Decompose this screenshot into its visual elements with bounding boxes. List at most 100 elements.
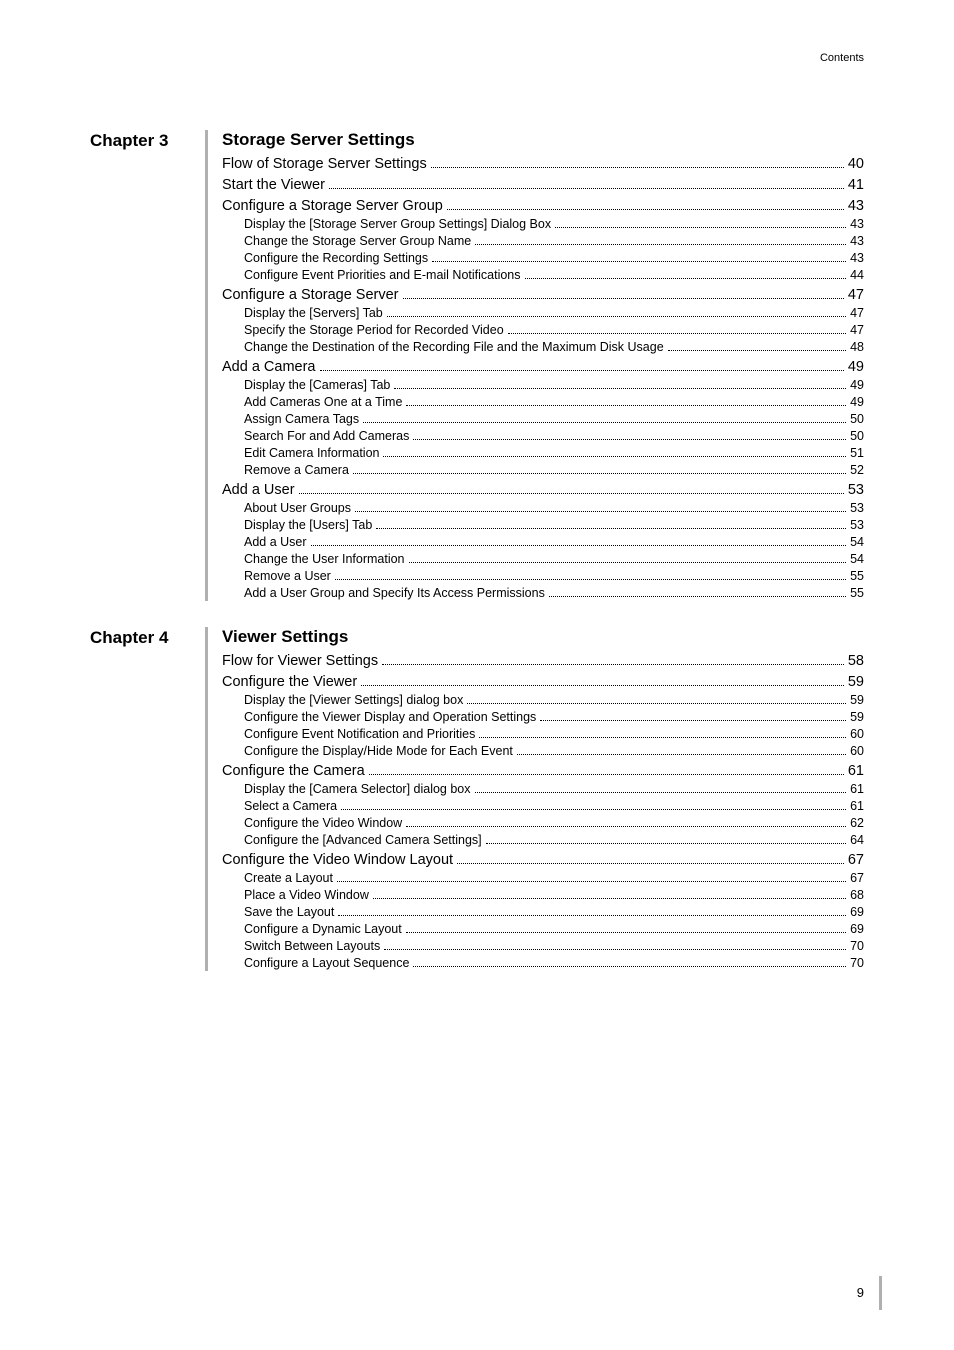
toc-page: 49 bbox=[848, 359, 864, 375]
toc-label: Specify the Storage Period for Recorded … bbox=[244, 323, 504, 337]
toc-label: Configure the Recording Settings bbox=[244, 251, 428, 265]
toc-page: 43 bbox=[850, 251, 864, 265]
toc-page: 60 bbox=[850, 744, 864, 758]
toc-label: Edit Camera Information bbox=[244, 446, 379, 460]
toc-leader bbox=[341, 802, 846, 811]
divider bbox=[205, 130, 208, 601]
toc-leader bbox=[413, 959, 846, 968]
toc-entry: Add a User 54 bbox=[222, 535, 864, 549]
toc-leader bbox=[355, 504, 846, 513]
toc-entry: Edit Camera Information 51 bbox=[222, 446, 864, 460]
toc-entry: Add Cameras One at a Time 49 bbox=[222, 395, 864, 409]
toc-leader bbox=[475, 237, 846, 246]
toc-label: Remove a Camera bbox=[244, 463, 349, 477]
toc-label: Configure a Storage Server bbox=[222, 287, 399, 303]
toc-page: 47 bbox=[848, 287, 864, 303]
toc-leader bbox=[353, 466, 846, 475]
toc-leader bbox=[361, 676, 844, 686]
toc-entry: Display the [Servers] Tab 47 bbox=[222, 306, 864, 320]
toc-entry: Search For and Add Cameras 50 bbox=[222, 429, 864, 443]
page-header: Contents bbox=[820, 52, 864, 64]
toc-entry: Assign Camera Tags 50 bbox=[222, 412, 864, 426]
toc-page: 50 bbox=[850, 429, 864, 443]
toc-label: Add a User bbox=[222, 482, 295, 498]
toc-entry: Display the [Cameras] Tab 49 bbox=[222, 378, 864, 392]
chapter-4-toc: Flow for Viewer Settings 58Configure the… bbox=[222, 653, 864, 970]
toc-entry: Place a Video Window 68 bbox=[222, 888, 864, 902]
toc-page: 59 bbox=[848, 674, 864, 690]
toc-label: Add a Camera bbox=[222, 359, 316, 375]
toc-entry: Display the [Users] Tab 53 bbox=[222, 518, 864, 532]
toc-leader bbox=[337, 874, 846, 883]
toc-leader bbox=[320, 361, 844, 371]
toc-label: Configure Event Priorities and E-mail No… bbox=[244, 268, 521, 282]
toc-label: Configure a Dynamic Layout bbox=[244, 922, 402, 936]
toc-leader bbox=[475, 785, 847, 794]
toc-page: 53 bbox=[848, 482, 864, 498]
toc-entry: Add a Camera 49 bbox=[222, 359, 864, 375]
toc-page: 40 bbox=[848, 156, 864, 172]
toc-page: 49 bbox=[850, 378, 864, 392]
toc-entry: Remove a Camera 52 bbox=[222, 463, 864, 477]
toc-entry: Add a User 53 bbox=[222, 482, 864, 498]
content-area: Chapter 3 Storage Server Settings Flow o… bbox=[90, 130, 864, 971]
toc-page: 54 bbox=[850, 535, 864, 549]
toc-leader bbox=[517, 747, 846, 756]
toc-entry: Save the Layout 69 bbox=[222, 905, 864, 919]
toc-leader bbox=[387, 309, 846, 318]
toc-label: Configure the Viewer bbox=[222, 674, 357, 690]
divider bbox=[205, 627, 208, 971]
toc-leader bbox=[376, 521, 846, 530]
toc-page: 44 bbox=[850, 268, 864, 282]
toc-entry: Display the [Viewer Settings] dialog box… bbox=[222, 693, 864, 707]
toc-entry: Add a User Group and Specify Its Access … bbox=[222, 586, 864, 600]
toc-label: Change the User Information bbox=[244, 552, 405, 566]
toc-label: Configure a Storage Server Group bbox=[222, 198, 443, 214]
toc-page: 68 bbox=[850, 888, 864, 902]
toc-page: 54 bbox=[850, 552, 864, 566]
toc-page: 70 bbox=[850, 956, 864, 970]
toc-label: Display the [Servers] Tab bbox=[244, 306, 383, 320]
toc-entry: Display the [Storage Server Group Settin… bbox=[222, 217, 864, 231]
toc-label: Select a Camera bbox=[244, 799, 337, 813]
toc-label: Place a Video Window bbox=[244, 888, 369, 902]
toc-label: Create a Layout bbox=[244, 871, 333, 885]
toc-page: 64 bbox=[850, 833, 864, 847]
toc-label: Display the [Cameras] Tab bbox=[244, 378, 390, 392]
toc-page: 50 bbox=[850, 412, 864, 426]
toc-leader bbox=[403, 289, 844, 299]
toc-entry: Configure Event Priorities and E-mail No… bbox=[222, 268, 864, 282]
toc-leader bbox=[406, 398, 846, 407]
toc-entry: Configure a Dynamic Layout 69 bbox=[222, 922, 864, 936]
toc-entry: Configure a Layout Sequence 70 bbox=[222, 956, 864, 970]
toc-leader bbox=[338, 908, 846, 917]
toc-label: Remove a User bbox=[244, 569, 331, 583]
chapter-3-label: Chapter 3 bbox=[90, 130, 205, 151]
toc-leader bbox=[447, 200, 844, 210]
toc-entry: Start the Viewer 41 bbox=[222, 177, 864, 193]
footer-rule bbox=[879, 1276, 882, 1310]
toc-entry: Create a Layout 67 bbox=[222, 871, 864, 885]
toc-entry: Configure the [Advanced Camera Settings]… bbox=[222, 833, 864, 847]
toc-entry: Change the Destination of the Recording … bbox=[222, 340, 864, 354]
toc-page: 67 bbox=[850, 871, 864, 885]
toc-label: Add a User bbox=[244, 535, 307, 549]
toc-page: 48 bbox=[850, 340, 864, 354]
toc-entry: Configure a Storage Server Group 43 bbox=[222, 198, 864, 214]
toc-leader bbox=[457, 854, 844, 864]
toc-entry: Change the Storage Server Group Name 43 bbox=[222, 234, 864, 248]
toc-leader bbox=[549, 589, 846, 598]
toc-page: 67 bbox=[848, 852, 864, 868]
toc-label: Add Cameras One at a Time bbox=[244, 395, 402, 409]
toc-label: Flow of Storage Server Settings bbox=[222, 156, 427, 172]
toc-leader bbox=[329, 179, 844, 189]
toc-entry: Specify the Storage Period for Recorded … bbox=[222, 323, 864, 337]
toc-entry: Select a Camera 61 bbox=[222, 799, 864, 813]
toc-entry: Display the [Camera Selector] dialog box… bbox=[222, 782, 864, 796]
toc-page: 53 bbox=[850, 518, 864, 532]
toc-label: Display the [Viewer Settings] dialog box bbox=[244, 693, 463, 707]
chapter-3-title: Storage Server Settings bbox=[222, 130, 864, 150]
toc-label: Configure the [Advanced Camera Settings] bbox=[244, 833, 482, 847]
toc-entry: Flow of Storage Server Settings 40 bbox=[222, 156, 864, 172]
toc-entry: Configure a Storage Server 47 bbox=[222, 287, 864, 303]
